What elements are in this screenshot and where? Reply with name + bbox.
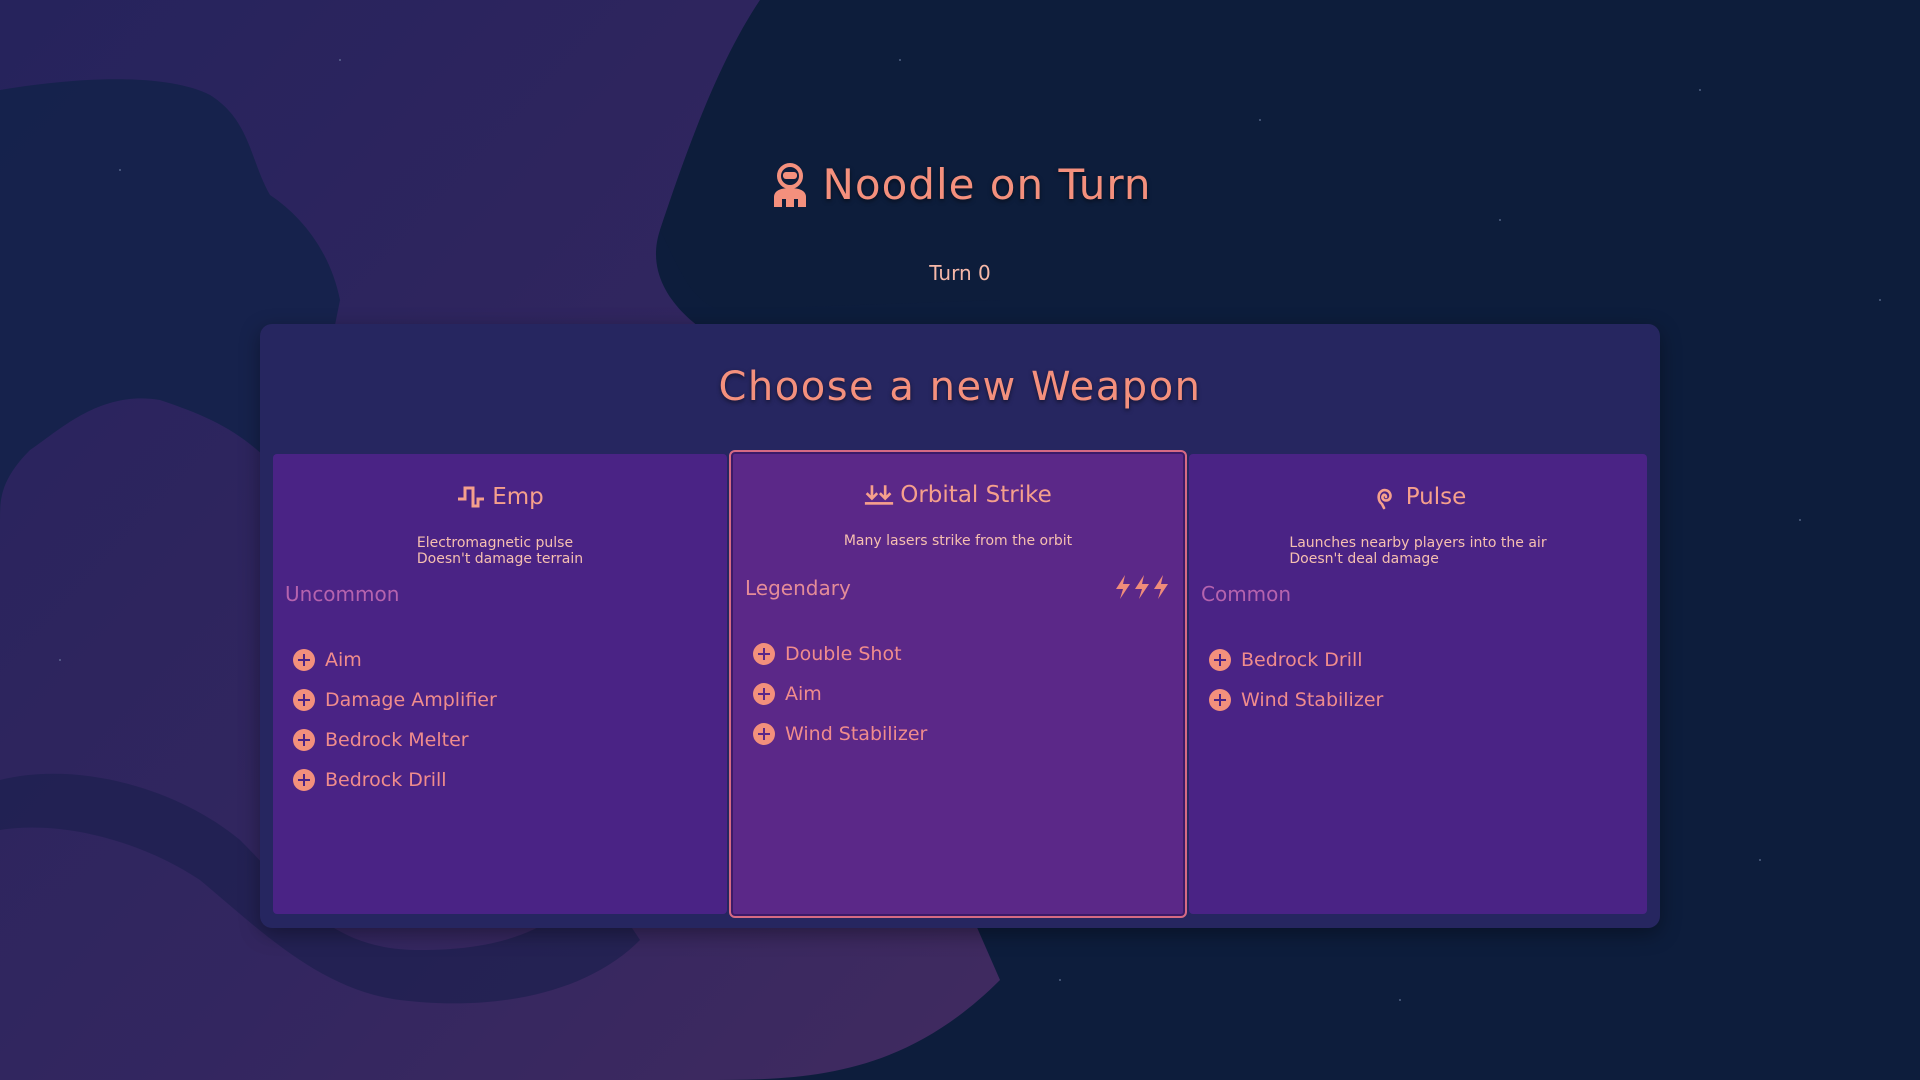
upgrade-label: Bedrock Drill xyxy=(1241,649,1363,671)
plus-circle-icon xyxy=(293,649,315,671)
player-line: Noodle on Turn xyxy=(768,160,1151,209)
upgrade-label: Wind Stabilizer xyxy=(785,723,928,745)
plus-circle-icon xyxy=(753,723,775,745)
upgrade-item: Bedrock Melter xyxy=(293,720,497,760)
plus-circle-icon xyxy=(1209,649,1231,671)
weapon-description: Many lasers strike from the orbit xyxy=(731,533,1185,549)
description-line: Doesn't damage terrain xyxy=(416,551,584,567)
plus-circle-icon xyxy=(293,729,315,751)
weapon-name: Emp xyxy=(492,484,544,510)
weapon-title: Emp xyxy=(273,484,727,510)
weapon-name: Pulse xyxy=(1405,484,1467,510)
plus-circle-icon xyxy=(753,683,775,705)
upgrade-list: Double Shot Aim Wind Stabilizer xyxy=(753,634,927,754)
weapon-title: Orbital Strike xyxy=(731,482,1185,508)
upgrade-label: Aim xyxy=(785,683,822,705)
panel-title: Choose a new Weapon xyxy=(718,364,1202,410)
upgrade-label: Bedrock Drill xyxy=(325,769,447,791)
rarity-label: Common xyxy=(1201,582,1292,606)
upgrade-label: Bedrock Melter xyxy=(325,729,469,751)
rarity-label: Legendary xyxy=(745,576,851,600)
spiral-icon xyxy=(1377,488,1392,510)
plus-circle-icon xyxy=(1209,689,1231,711)
plus-circle-icon xyxy=(753,643,775,665)
upgrade-item: Bedrock Drill xyxy=(293,760,497,800)
upgrade-item: Wind Stabilizer xyxy=(1209,680,1383,720)
double-down-arrow-icon xyxy=(865,485,894,505)
player-name: Noodle on Turn xyxy=(822,160,1152,209)
upgrade-list: Aim Damage Amplifier Bedrock Melter Bedr… xyxy=(293,640,497,800)
weapon-description: Launches nearby players into the air Doe… xyxy=(1189,535,1647,567)
weapon-name: Orbital Strike xyxy=(900,482,1052,508)
description-line: Many lasers strike from the orbit xyxy=(843,533,1073,549)
upgrade-label: Double Shot xyxy=(785,643,902,665)
weapon-card-orbital-strike[interactable]: Orbital Strike Many lasers strike from t… xyxy=(729,450,1187,918)
weapon-title: Pulse xyxy=(1189,484,1647,510)
upgrade-label: Damage Amplifier xyxy=(325,689,497,711)
description-line: Electromagnetic pulse xyxy=(416,535,574,551)
pulse-wave-icon xyxy=(458,486,485,508)
description-line: Doesn't deal damage xyxy=(1289,551,1439,567)
triple-lightning-icon xyxy=(1116,575,1168,599)
weapon-choice-panel: Choose a new Weapon Emp Electromagnetic … xyxy=(260,324,1660,928)
upgrade-item: Bedrock Drill xyxy=(1209,640,1383,680)
astronaut-icon xyxy=(774,162,807,207)
upgrade-list: Bedrock Drill Wind Stabilizer xyxy=(1209,640,1383,720)
upgrade-item: Double Shot xyxy=(753,634,927,674)
upgrade-item: Aim xyxy=(293,640,497,680)
upgrade-item: Damage Amplifier xyxy=(293,680,497,720)
turn-header: Noodle on Turn xyxy=(0,160,1920,213)
upgrade-item: Aim xyxy=(753,674,927,714)
weapon-description: Electromagnetic pulse Doesn't damage ter… xyxy=(273,535,727,567)
weapon-card-emp[interactable]: Emp Electromagnetic pulse Doesn't damage… xyxy=(273,454,727,914)
turn-counter: Turn 0 xyxy=(929,261,991,285)
upgrade-item: Wind Stabilizer xyxy=(753,714,927,754)
upgrade-label: Aim xyxy=(325,649,362,671)
upgrade-label: Wind Stabilizer xyxy=(1241,689,1384,711)
description-line: Launches nearby players into the air xyxy=(1289,535,1547,551)
plus-circle-icon xyxy=(293,689,315,711)
plus-circle-icon xyxy=(293,769,315,791)
rarity-label: Uncommon xyxy=(285,582,400,606)
weapon-card-pulse[interactable]: Pulse Launches nearby players into the a… xyxy=(1189,454,1647,914)
